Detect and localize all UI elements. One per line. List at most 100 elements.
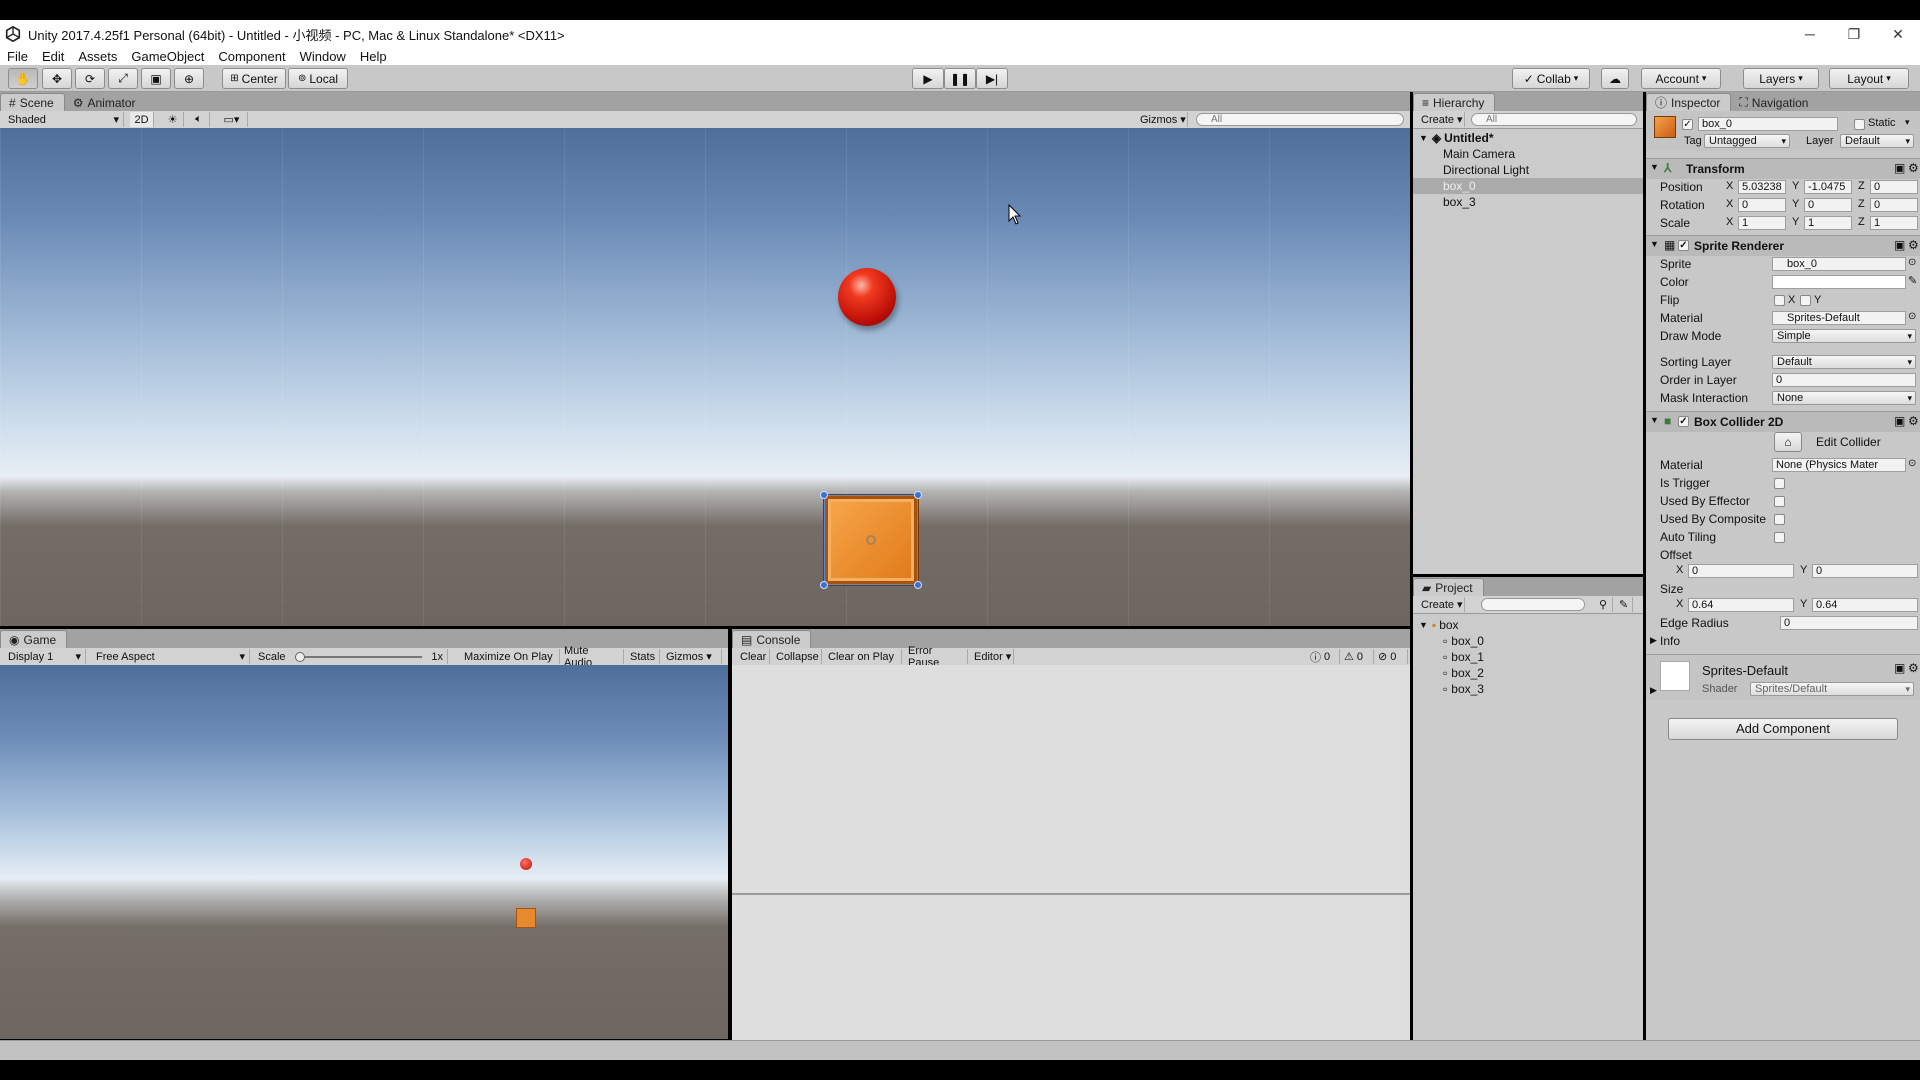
shader-dropdown[interactable]: Sprites/Default: [1750, 682, 1914, 696]
layout-dropdown[interactable]: Layout ▾: [1829, 68, 1909, 89]
project-item-box-3[interactable]: ▫ box_3: [1413, 681, 1643, 697]
rotation-x-field[interactable]: 0: [1738, 198, 1786, 212]
size-y-field[interactable]: 0.64: [1812, 598, 1918, 612]
resize-handle-bottom-left[interactable]: [820, 581, 828, 589]
warning-count-toggle[interactable]: ⚠ 0: [1340, 649, 1374, 664]
hierarchy-item-box-3[interactable]: box_3: [1413, 194, 1643, 210]
step-button[interactable]: ▶|: [976, 68, 1008, 89]
hierarchy-item-main-camera[interactable]: Main Camera: [1413, 146, 1643, 162]
console-log-area[interactable]: [732, 665, 1410, 893]
tab-scene[interactable]: # Scene: [0, 93, 65, 111]
help-icon[interactable]: ▣: [1894, 414, 1905, 428]
collapse-toggle[interactable]: Collapse: [772, 649, 822, 664]
layer-dropdown[interactable]: Default: [1840, 134, 1914, 148]
hand-tool-button[interactable]: ✋: [8, 68, 38, 89]
sorting-layer-dropdown[interactable]: Default: [1772, 355, 1916, 369]
maximize-on-play-toggle[interactable]: Maximize On Play: [460, 649, 560, 664]
rotation-z-field[interactable]: 0: [1870, 198, 1918, 212]
menu-help[interactable]: Help: [353, 49, 394, 64]
edge-radius-field[interactable]: 0: [1780, 616, 1918, 630]
gear-icon[interactable]: ⚙: [1908, 414, 1919, 428]
edit-collider-button[interactable]: ⌂: [1774, 432, 1802, 452]
lighting-toggle[interactable]: ☀: [162, 112, 184, 127]
tab-animator[interactable]: ⚙ Animator: [65, 94, 146, 111]
effects-dropdown[interactable]: ▭▾: [216, 112, 248, 127]
used-by-composite-checkbox[interactable]: [1774, 514, 1785, 525]
used-by-effector-checkbox[interactable]: [1774, 496, 1785, 507]
pause-button[interactable]: ❚❚: [944, 68, 976, 89]
scale-y-field[interactable]: 1: [1804, 216, 1852, 230]
pivot-center-button[interactable]: ⊞ Center: [222, 68, 286, 89]
clear-on-play-toggle[interactable]: Clear on Play: [824, 649, 902, 664]
static-checkbox[interactable]: [1854, 119, 1865, 130]
tag-dropdown[interactable]: Untagged: [1704, 134, 1790, 148]
scale-slider-thumb[interactable]: [294, 651, 305, 662]
scene-viewport[interactable]: [0, 128, 1410, 626]
info-count-toggle[interactable]: ⓘ 0: [1306, 649, 1340, 664]
position-z-field[interactable]: 0: [1870, 180, 1918, 194]
menu-gameobject[interactable]: GameObject: [124, 49, 211, 64]
help-icon[interactable]: ▣: [1894, 238, 1905, 252]
tab-hierarchy[interactable]: ≡ Hierarchy: [1413, 93, 1496, 111]
gizmos-dropdown[interactable]: Gizmos ▾: [1136, 112, 1188, 127]
audio-toggle[interactable]: 🔈︎: [188, 112, 210, 127]
scale-z-field[interactable]: 1: [1870, 216, 1918, 230]
project-item-box-2[interactable]: ▫ box_2: [1413, 665, 1643, 681]
physics-material-field[interactable]: None (Physics Mater: [1772, 458, 1906, 472]
info-foldout[interactable]: ▶ Info: [1646, 632, 1920, 650]
object-active-checkbox[interactable]: ✓: [1682, 119, 1693, 130]
stats-toggle[interactable]: Stats: [626, 649, 660, 664]
position-y-field[interactable]: -1.0475: [1804, 180, 1852, 194]
mask-interaction-dropdown[interactable]: None: [1772, 391, 1916, 405]
menu-window[interactable]: Window: [293, 49, 353, 64]
auto-tiling-checkbox[interactable]: [1774, 532, 1785, 543]
scene-root[interactable]: ▼ ◈ Untitled*: [1413, 130, 1643, 146]
rotation-y-field[interactable]: 0: [1804, 198, 1852, 212]
mute-audio-toggle[interactable]: Mute Audio: [560, 645, 624, 669]
flip-y-checkbox[interactable]: [1800, 295, 1811, 306]
project-search-input[interactable]: [1481, 598, 1585, 611]
flip-x-checkbox[interactable]: [1774, 295, 1785, 306]
box-collider-enabled-checkbox[interactable]: ✓: [1678, 416, 1689, 427]
gear-icon[interactable]: ⚙: [1908, 238, 1919, 252]
mode-2d-toggle[interactable]: 2D: [130, 112, 154, 127]
cloud-button[interactable]: ☁: [1601, 68, 1629, 89]
account-dropdown[interactable]: Account ▾: [1641, 68, 1721, 89]
resize-handle-bottom-right[interactable]: [914, 581, 922, 589]
static-dropdown-icon[interactable]: ▾: [1905, 117, 1910, 128]
order-in-layer-field[interactable]: 0: [1772, 373, 1916, 387]
layers-dropdown[interactable]: Layers ▾: [1743, 68, 1819, 89]
menu-file[interactable]: File: [0, 49, 35, 64]
game-gizmos-dropdown[interactable]: Gizmos ▾: [662, 649, 722, 664]
close-button[interactable]: ✕: [1876, 20, 1920, 48]
project-folder-box[interactable]: ▼ ▪ box: [1413, 617, 1643, 633]
shading-mode-dropdown[interactable]: Shaded ▾: [4, 112, 124, 127]
tab-console[interactable]: ▤ Console: [732, 630, 812, 648]
eyedropper-icon[interactable]: ✎: [1908, 274, 1917, 287]
hierarchy-item-box-0[interactable]: box_0: [1413, 178, 1643, 194]
tab-navigation[interactable]: ⛶ Navigation: [1731, 94, 1818, 111]
sprite-renderer-enabled-checkbox[interactable]: ✓: [1678, 240, 1689, 251]
menu-assets[interactable]: Assets: [71, 49, 124, 64]
transform-tool-button[interactable]: ⊕: [174, 68, 204, 89]
error-pause-toggle[interactable]: Error Pause: [904, 645, 968, 669]
hierarchy-item-directional-light[interactable]: Directional Light: [1413, 162, 1643, 178]
play-button[interactable]: ▶: [912, 68, 944, 89]
editor-dropdown[interactable]: Editor ▾: [970, 649, 1014, 664]
scale-x-field[interactable]: 1: [1738, 216, 1786, 230]
pivot-local-button[interactable]: ⊚ Local: [288, 68, 348, 89]
filter-by-type-button[interactable]: ⚲: [1595, 597, 1613, 612]
material-field[interactable]: Sprites-Default: [1772, 311, 1906, 325]
object-name-field[interactable]: box_0: [1698, 117, 1838, 131]
tab-project[interactable]: ▰ Project: [1413, 578, 1484, 596]
project-create-dropdown[interactable]: Create ▾: [1417, 597, 1465, 612]
error-count-toggle[interactable]: ⊘ 0: [1374, 649, 1408, 664]
object-picker-icon[interactable]: ⊙: [1908, 311, 1916, 322]
collab-dropdown[interactable]: ✓ Collab ▾: [1512, 68, 1590, 89]
filter-by-label-button[interactable]: ✎: [1615, 597, 1633, 612]
maximize-button[interactable]: ❐: [1832, 20, 1876, 48]
resize-handle-top-right[interactable]: [914, 491, 922, 499]
gear-icon[interactable]: ⚙: [1908, 161, 1919, 175]
transform-header[interactable]: ▼ ⅄ Transform ▣ ⚙: [1646, 158, 1920, 179]
project-item-box-0[interactable]: ▫ box_0: [1413, 633, 1643, 649]
